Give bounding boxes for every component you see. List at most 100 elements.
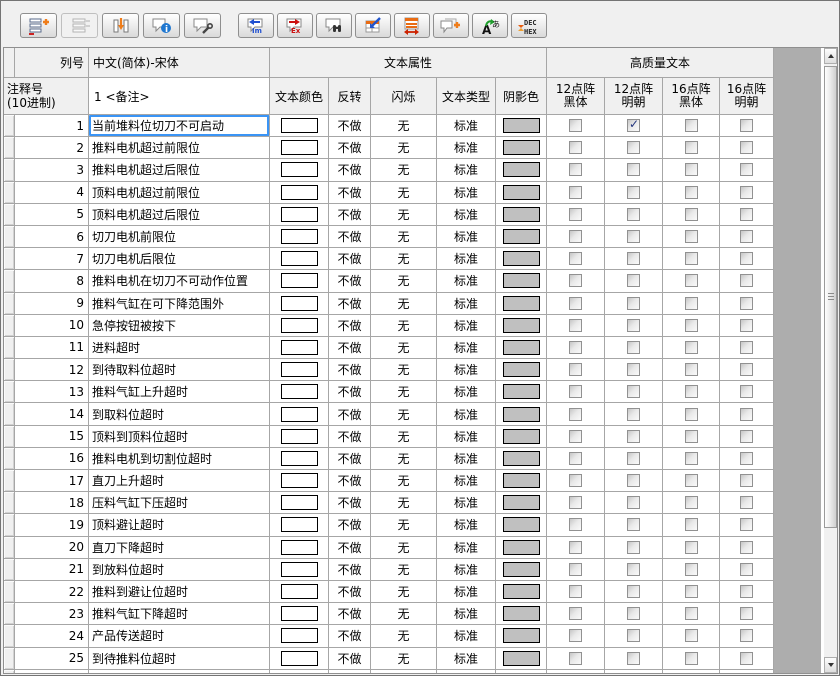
- text-type-cell[interactable]: 标准: [437, 426, 496, 447]
- hq-12-ming-checkbox[interactable]: [627, 385, 640, 398]
- text-type-cell[interactable]: 标准: [437, 470, 496, 491]
- text-type-cell[interactable]: 标准: [437, 337, 496, 358]
- comment-text-cell[interactable]: 推料电机超过前限位: [89, 137, 270, 158]
- shadow-color-cell[interactable]: [496, 315, 547, 336]
- invert-cell[interactable]: 不做: [329, 137, 371, 158]
- shadow-color-swatch[interactable]: [503, 162, 540, 177]
- text-type-cell[interactable]: 标准: [437, 381, 496, 402]
- text-type-cell[interactable]: 标准: [437, 226, 496, 247]
- hq-16-ming-checkbox[interactable]: [740, 496, 753, 509]
- shadow-color-cell[interactable]: [496, 559, 547, 580]
- text-color-cell[interactable]: [270, 381, 329, 402]
- text-color-swatch[interactable]: [281, 384, 318, 399]
- comment-text-cell[interactable]: 急停按钮被按下: [89, 315, 270, 336]
- text-color-cell[interactable]: [270, 648, 329, 669]
- text-color-swatch[interactable]: [281, 562, 318, 577]
- hq-12-hei-checkbox[interactable]: [569, 274, 582, 287]
- hq-16-ming-checkbox[interactable]: [740, 208, 753, 221]
- hq-12-ming-checkbox[interactable]: [627, 274, 640, 287]
- hq-16-ming-checkbox[interactable]: [740, 341, 753, 354]
- hq-12-ming-checkbox[interactable]: [627, 585, 640, 598]
- row-selector-cell[interactable]: [4, 670, 15, 673]
- hq-12-ming-checkbox[interactable]: [627, 563, 640, 576]
- row-selector-cell[interactable]: [4, 337, 15, 358]
- hq-16-hei-checkbox[interactable]: [685, 408, 698, 421]
- hq-16-ming-checkbox[interactable]: [740, 541, 753, 554]
- add-comment-button[interactable]: [433, 13, 469, 38]
- text-color-swatch[interactable]: [281, 584, 318, 599]
- text-color-swatch[interactable]: [281, 229, 318, 244]
- text-type-cell[interactable]: 标准: [437, 603, 496, 624]
- comment-text-cell[interactable]: 推料电机到切割位超时: [89, 448, 270, 469]
- shadow-color-cell[interactable]: [496, 270, 547, 291]
- invert-cell[interactable]: 不做: [329, 381, 371, 402]
- hq-12-ming-checkbox[interactable]: [627, 496, 640, 509]
- shadow-color-cell[interactable]: [496, 470, 547, 491]
- blink-cell[interactable]: 无: [371, 115, 437, 136]
- hq-12-hei-checkbox[interactable]: [569, 474, 582, 487]
- row-number-cell[interactable]: 13: [15, 381, 89, 402]
- shadow-color-swatch[interactable]: [503, 362, 540, 377]
- shadow-color-cell[interactable]: [496, 248, 547, 269]
- row-number-cell[interactable]: 10: [15, 315, 89, 336]
- text-color-cell[interactable]: [270, 492, 329, 513]
- blink-cell[interactable]: 无: [371, 248, 437, 269]
- hq-16-hei-checkbox[interactable]: [685, 652, 698, 665]
- hq-16-ming-checkbox[interactable]: [740, 430, 753, 443]
- comment-text-cell[interactable]: 产品传送超时: [89, 625, 270, 646]
- hq-16-ming-checkbox[interactable]: [740, 119, 753, 132]
- hq-12-hei-checkbox[interactable]: [569, 119, 582, 132]
- shadow-color-cell[interactable]: [496, 115, 547, 136]
- text-color-cell[interactable]: [270, 226, 329, 247]
- comment-text-cell[interactable]: 直刀上升超时: [89, 470, 270, 491]
- text-color-cell[interactable]: [270, 581, 329, 602]
- hq-12-ming-checkbox[interactable]: [627, 319, 640, 332]
- text-color-cell[interactable]: [270, 603, 329, 624]
- hq-12-ming-checkbox[interactable]: [627, 652, 640, 665]
- search-comments-button[interactable]: [316, 13, 352, 38]
- invert-cell[interactable]: 不做: [329, 359, 371, 380]
- shadow-color-cell[interactable]: [496, 581, 547, 602]
- comment-text-cell[interactable]: 到放料位超时: [89, 559, 270, 580]
- text-type-cell[interactable]: 标准: [437, 182, 496, 203]
- row-number-cell[interactable]: 9: [15, 293, 89, 314]
- text-type-cell[interactable]: 标准: [437, 115, 496, 136]
- hq-12-hei-checkbox[interactable]: [569, 186, 582, 199]
- shadow-color-cell[interactable]: [496, 426, 547, 447]
- comment-text-cell[interactable]: 切刀电机后限位: [89, 248, 270, 269]
- row-number-cell[interactable]: 12: [15, 359, 89, 380]
- shadow-color-cell[interactable]: [496, 159, 547, 180]
- invert-cell[interactable]: 不做: [329, 159, 371, 180]
- hq-12-ming-checkbox[interactable]: [627, 230, 640, 243]
- hq-16-ming-checkbox[interactable]: [740, 652, 753, 665]
- text-color-cell[interactable]: [270, 403, 329, 424]
- shadow-color-swatch[interactable]: [503, 540, 540, 555]
- text-type-cell[interactable]: 标准: [437, 670, 496, 673]
- row-number-cell[interactable]: 2: [15, 137, 89, 158]
- shadow-color-swatch[interactable]: [503, 517, 540, 532]
- blink-cell[interactable]: 无: [371, 426, 437, 447]
- hq-12-hei-checkbox[interactable]: [569, 430, 582, 443]
- row-selector-cell[interactable]: [4, 403, 15, 424]
- scroll-up-button[interactable]: [824, 48, 837, 64]
- comment-text-cell[interactable]: 推料到避让位超时: [89, 581, 270, 602]
- text-type-cell[interactable]: 标准: [437, 315, 496, 336]
- text-color-cell[interactable]: [270, 182, 329, 203]
- hq-12-hei-checkbox[interactable]: [569, 208, 582, 221]
- convert-language-button[interactable]: A あ: [472, 13, 508, 38]
- invert-cell[interactable]: 不做: [329, 293, 371, 314]
- blink-cell[interactable]: 无: [371, 159, 437, 180]
- row-number-cell[interactable]: 17: [15, 470, 89, 491]
- text-color-swatch[interactable]: [281, 628, 318, 643]
- shadow-color-swatch[interactable]: [503, 140, 540, 155]
- shadow-color-swatch[interactable]: [503, 473, 540, 488]
- hq-12-hei-checkbox[interactable]: [569, 585, 582, 598]
- hq-16-hei-checkbox[interactable]: [685, 430, 698, 443]
- text-color-swatch[interactable]: [281, 606, 318, 621]
- comment-text-cell[interactable]: 压料气缸下压超时: [89, 492, 270, 513]
- invert-cell[interactable]: 不做: [329, 470, 371, 491]
- add-comment-rows-button[interactable]: [20, 13, 57, 38]
- row-number-cell[interactable]: 1: [15, 115, 89, 136]
- hq-12-ming-checkbox[interactable]: [627, 474, 640, 487]
- text-color-swatch[interactable]: [281, 162, 318, 177]
